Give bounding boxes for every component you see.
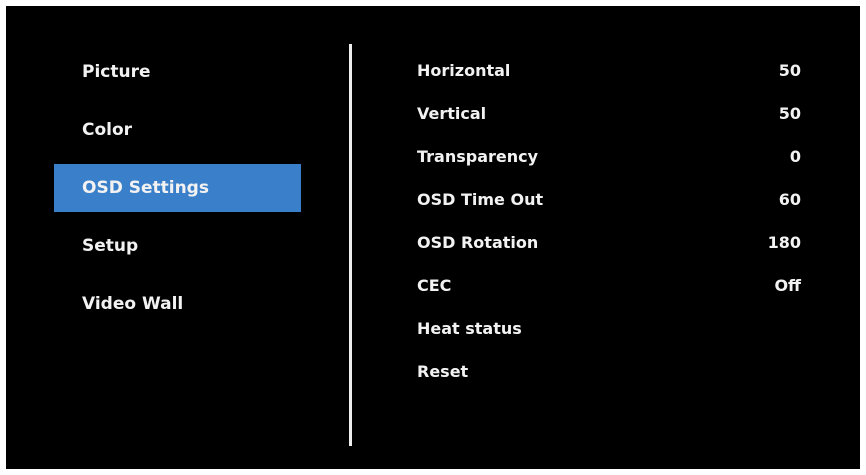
menu-item-osd-settings[interactable]: OSD Settings [54, 164, 301, 212]
menu-item-label: OSD Settings [82, 178, 209, 198]
setting-label: Transparency [417, 147, 539, 166]
setting-cec[interactable]: CEC Off [417, 271, 801, 314]
setting-value: Off [774, 276, 801, 295]
osd-settings-panel: Horizontal 50 Vertical 50 Transparency 0… [417, 56, 801, 400]
setting-label: OSD Rotation [417, 233, 539, 252]
setting-label: OSD Time Out [417, 190, 544, 209]
setting-label: Vertical [417, 104, 487, 123]
setting-value: 50 [778, 61, 801, 80]
setting-label: CEC [417, 276, 452, 295]
setting-heat-status[interactable]: Heat status [417, 314, 801, 357]
menu-item-label: Color [82, 120, 133, 140]
menu-item-setup[interactable]: Setup [54, 222, 301, 270]
setting-osd-time-out[interactable]: OSD Time Out 60 [417, 185, 801, 228]
setting-label: Heat status [417, 319, 522, 338]
setting-transparency[interactable]: Transparency 0 [417, 142, 801, 185]
setting-label: Reset [417, 362, 469, 381]
setting-vertical[interactable]: Vertical 50 [417, 99, 801, 142]
setting-value: 60 [778, 190, 801, 209]
menu-item-picture[interactable]: Picture [54, 48, 301, 96]
setting-value: 50 [778, 104, 801, 123]
menu-item-label: Setup [82, 236, 139, 256]
setting-label: Horizontal [417, 61, 511, 80]
osd-menu-screen: Picture Color OSD Settings Setup Video W… [6, 6, 860, 469]
setting-osd-rotation[interactable]: OSD Rotation 180 [417, 228, 801, 271]
menu-item-video-wall[interactable]: Video Wall [54, 280, 301, 328]
setting-horizontal[interactable]: Horizontal 50 [417, 56, 801, 99]
setting-reset[interactable]: Reset [417, 357, 801, 400]
menu-item-label: Video Wall [82, 294, 184, 314]
menu-item-color[interactable]: Color [54, 106, 301, 154]
menu-divider [349, 44, 352, 446]
setting-value: 0 [789, 147, 801, 166]
setting-value: 180 [767, 233, 801, 252]
menu-item-label: Picture [82, 62, 151, 82]
main-menu: Picture Color OSD Settings Setup Video W… [54, 58, 301, 328]
